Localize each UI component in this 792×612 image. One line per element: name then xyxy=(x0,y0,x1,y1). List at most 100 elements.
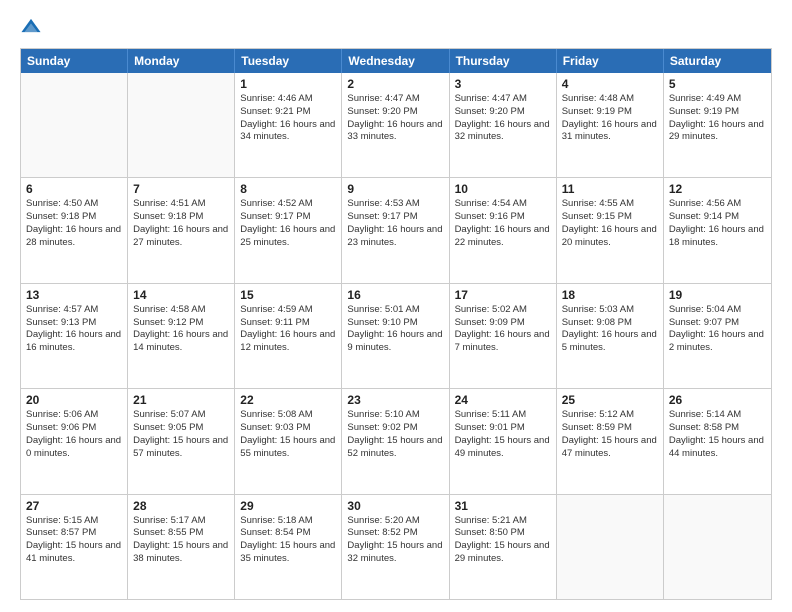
header-day-wednesday: Wednesday xyxy=(342,49,449,73)
day-info: Sunrise: 5:17 AM Sunset: 8:55 PM Dayligh… xyxy=(133,515,229,566)
cal-cell: 11Sunrise: 4:55 AM Sunset: 9:15 PM Dayli… xyxy=(557,178,664,282)
cal-cell: 29 Sunrise: 5:18 AM Sunset: 8:54 PM Dayli… xyxy=(235,495,342,599)
cal-cell: 24Sunrise: 5:11 AM Sunset: 9:01 PM Dayli… xyxy=(450,389,557,493)
day-info: Sunrise: 4:56 AM Sunset: 9:14 PM Dayligh… xyxy=(669,198,766,249)
cal-cell: 16Sunrise: 5:01 AM Sunset: 9:10 PM Dayli… xyxy=(342,284,449,388)
day-info: Sunrise: 5:14 AM Sunset: 8:58 PM Dayligh… xyxy=(669,409,766,460)
cal-cell: 23 Sunrise: 5:10 AM Sunset: 9:02 PM Dayli… xyxy=(342,389,449,493)
day-number: 4 xyxy=(562,77,658,91)
cal-cell: 1 Sunrise: 4:46 AM Sunset: 9:21 PM Daylig… xyxy=(235,73,342,177)
day-number: 2 xyxy=(347,77,443,91)
cal-cell: 28 Sunrise: 5:17 AM Sunset: 8:55 PM Dayli… xyxy=(128,495,235,599)
day-number: 26 xyxy=(669,393,766,407)
day-number: 12 xyxy=(669,182,766,196)
day-info: Sunrise: 4:50 AM Sunset: 9:18 PM Dayligh… xyxy=(26,198,122,249)
cal-cell: 5 Sunrise: 4:49 AM Sunset: 9:19 PM Daylig… xyxy=(664,73,771,177)
week-row-1: 1 Sunrise: 4:46 AM Sunset: 9:21 PM Daylig… xyxy=(21,73,771,177)
header-day-saturday: Saturday xyxy=(664,49,771,73)
day-info: Sunrise: 4:59 AM Sunset: 9:11 PM Dayligh… xyxy=(240,304,336,355)
day-number: 24 xyxy=(455,393,551,407)
logo xyxy=(20,16,45,38)
day-number: 3 xyxy=(455,77,551,91)
cal-cell: 31 Sunrise: 5:21 AM Sunset: 8:50 PM Dayli… xyxy=(450,495,557,599)
cal-cell: 15 Sunrise: 4:59 AM Sunset: 9:11 PM Dayli… xyxy=(235,284,342,388)
cal-cell: 4 Sunrise: 4:48 AM Sunset: 9:19 PM Daylig… xyxy=(557,73,664,177)
day-info: Sunrise: 4:48 AM Sunset: 9:19 PM Dayligh… xyxy=(562,93,658,144)
day-number: 27 xyxy=(26,499,122,513)
day-number: 15 xyxy=(240,288,336,302)
cal-cell: 6Sunrise: 4:50 AM Sunset: 9:18 PM Daylig… xyxy=(21,178,128,282)
day-info: Sunrise: 4:58 AM Sunset: 9:12 PM Dayligh… xyxy=(133,304,229,355)
day-info: Sunrise: 5:02 AM Sunset: 9:09 PM Dayligh… xyxy=(455,304,551,355)
cal-cell: 14 Sunrise: 4:58 AM Sunset: 9:12 PM Dayli… xyxy=(128,284,235,388)
cal-cell: 26 Sunrise: 5:14 AM Sunset: 8:58 PM Dayli… xyxy=(664,389,771,493)
day-info: Sunrise: 5:07 AM Sunset: 9:05 PM Dayligh… xyxy=(133,409,229,460)
day-number: 18 xyxy=(562,288,658,302)
header-day-thursday: Thursday xyxy=(450,49,557,73)
cal-cell: 27 Sunrise: 5:15 AM Sunset: 8:57 PM Dayli… xyxy=(21,495,128,599)
day-info: Sunrise: 4:53 AM Sunset: 9:17 PM Dayligh… xyxy=(347,198,443,249)
day-number: 16 xyxy=(347,288,443,302)
cal-cell xyxy=(664,495,771,599)
day-number: 11 xyxy=(562,182,658,196)
day-info: Sunrise: 5:20 AM Sunset: 8:52 PM Dayligh… xyxy=(347,515,443,566)
header-day-tuesday: Tuesday xyxy=(235,49,342,73)
day-number: 28 xyxy=(133,499,229,513)
cal-cell: 18 Sunrise: 5:03 AM Sunset: 9:08 PM Dayli… xyxy=(557,284,664,388)
day-info: Sunrise: 5:21 AM Sunset: 8:50 PM Dayligh… xyxy=(455,515,551,566)
header-day-sunday: Sunday xyxy=(21,49,128,73)
cal-cell: 9 Sunrise: 4:53 AM Sunset: 9:17 PM Daylig… xyxy=(342,178,449,282)
cal-cell: 7 Sunrise: 4:51 AM Sunset: 9:18 PM Daylig… xyxy=(128,178,235,282)
cal-cell: 10Sunrise: 4:54 AM Sunset: 9:16 PM Dayli… xyxy=(450,178,557,282)
day-info: Sunrise: 5:06 AM Sunset: 9:06 PM Dayligh… xyxy=(26,409,122,460)
week-row-2: 6Sunrise: 4:50 AM Sunset: 9:18 PM Daylig… xyxy=(21,177,771,282)
cal-cell: 17Sunrise: 5:02 AM Sunset: 9:09 PM Dayli… xyxy=(450,284,557,388)
week-row-4: 20 Sunrise: 5:06 AM Sunset: 9:06 PM Dayli… xyxy=(21,388,771,493)
day-info: Sunrise: 4:49 AM Sunset: 9:19 PM Dayligh… xyxy=(669,93,766,144)
day-info: Sunrise: 4:57 AM Sunset: 9:13 PM Dayligh… xyxy=(26,304,122,355)
day-number: 5 xyxy=(669,77,766,91)
cal-cell xyxy=(21,73,128,177)
day-info: Sunrise: 5:18 AM Sunset: 8:54 PM Dayligh… xyxy=(240,515,336,566)
cal-cell: 2 Sunrise: 4:47 AM Sunset: 9:20 PM Daylig… xyxy=(342,73,449,177)
day-number: 7 xyxy=(133,182,229,196)
day-info: Sunrise: 5:10 AM Sunset: 9:02 PM Dayligh… xyxy=(347,409,443,460)
day-info: Sunrise: 4:52 AM Sunset: 9:17 PM Dayligh… xyxy=(240,198,336,249)
week-row-3: 13 Sunrise: 4:57 AM Sunset: 9:13 PM Dayli… xyxy=(21,283,771,388)
day-number: 21 xyxy=(133,393,229,407)
cal-cell: 19 Sunrise: 5:04 AM Sunset: 9:07 PM Dayli… xyxy=(664,284,771,388)
calendar-body: 1 Sunrise: 4:46 AM Sunset: 9:21 PM Daylig… xyxy=(21,73,771,599)
day-info: Sunrise: 5:04 AM Sunset: 9:07 PM Dayligh… xyxy=(669,304,766,355)
day-info: Sunrise: 5:12 AM Sunset: 8:59 PM Dayligh… xyxy=(562,409,658,460)
page: SundayMondayTuesdayWednesdayThursdayFrid… xyxy=(0,0,792,612)
header xyxy=(20,16,772,38)
day-info: Sunrise: 5:15 AM Sunset: 8:57 PM Dayligh… xyxy=(26,515,122,566)
cal-cell: 3 Sunrise: 4:47 AM Sunset: 9:20 PM Daylig… xyxy=(450,73,557,177)
day-number: 8 xyxy=(240,182,336,196)
day-info: Sunrise: 4:47 AM Sunset: 9:20 PM Dayligh… xyxy=(347,93,443,144)
week-row-5: 27 Sunrise: 5:15 AM Sunset: 8:57 PM Dayli… xyxy=(21,494,771,599)
day-number: 20 xyxy=(26,393,122,407)
day-number: 9 xyxy=(347,182,443,196)
day-info: Sunrise: 5:03 AM Sunset: 9:08 PM Dayligh… xyxy=(562,304,658,355)
day-number: 14 xyxy=(133,288,229,302)
day-info: Sunrise: 4:46 AM Sunset: 9:21 PM Dayligh… xyxy=(240,93,336,144)
calendar: SundayMondayTuesdayWednesdayThursdayFrid… xyxy=(20,48,772,600)
logo-icon xyxy=(20,16,42,38)
day-info: Sunrise: 4:51 AM Sunset: 9:18 PM Dayligh… xyxy=(133,198,229,249)
cal-cell xyxy=(128,73,235,177)
cal-cell: 21 Sunrise: 5:07 AM Sunset: 9:05 PM Dayli… xyxy=(128,389,235,493)
day-number: 29 xyxy=(240,499,336,513)
day-number: 30 xyxy=(347,499,443,513)
day-number: 31 xyxy=(455,499,551,513)
day-number: 23 xyxy=(347,393,443,407)
day-number: 22 xyxy=(240,393,336,407)
day-number: 19 xyxy=(669,288,766,302)
day-number: 1 xyxy=(240,77,336,91)
calendar-header: SundayMondayTuesdayWednesdayThursdayFrid… xyxy=(21,49,771,73)
day-number: 13 xyxy=(26,288,122,302)
cal-cell: 30 Sunrise: 5:20 AM Sunset: 8:52 PM Dayli… xyxy=(342,495,449,599)
day-info: Sunrise: 4:47 AM Sunset: 9:20 PM Dayligh… xyxy=(455,93,551,144)
cal-cell: 25Sunrise: 5:12 AM Sunset: 8:59 PM Dayli… xyxy=(557,389,664,493)
cal-cell: 20 Sunrise: 5:06 AM Sunset: 9:06 PM Dayli… xyxy=(21,389,128,493)
